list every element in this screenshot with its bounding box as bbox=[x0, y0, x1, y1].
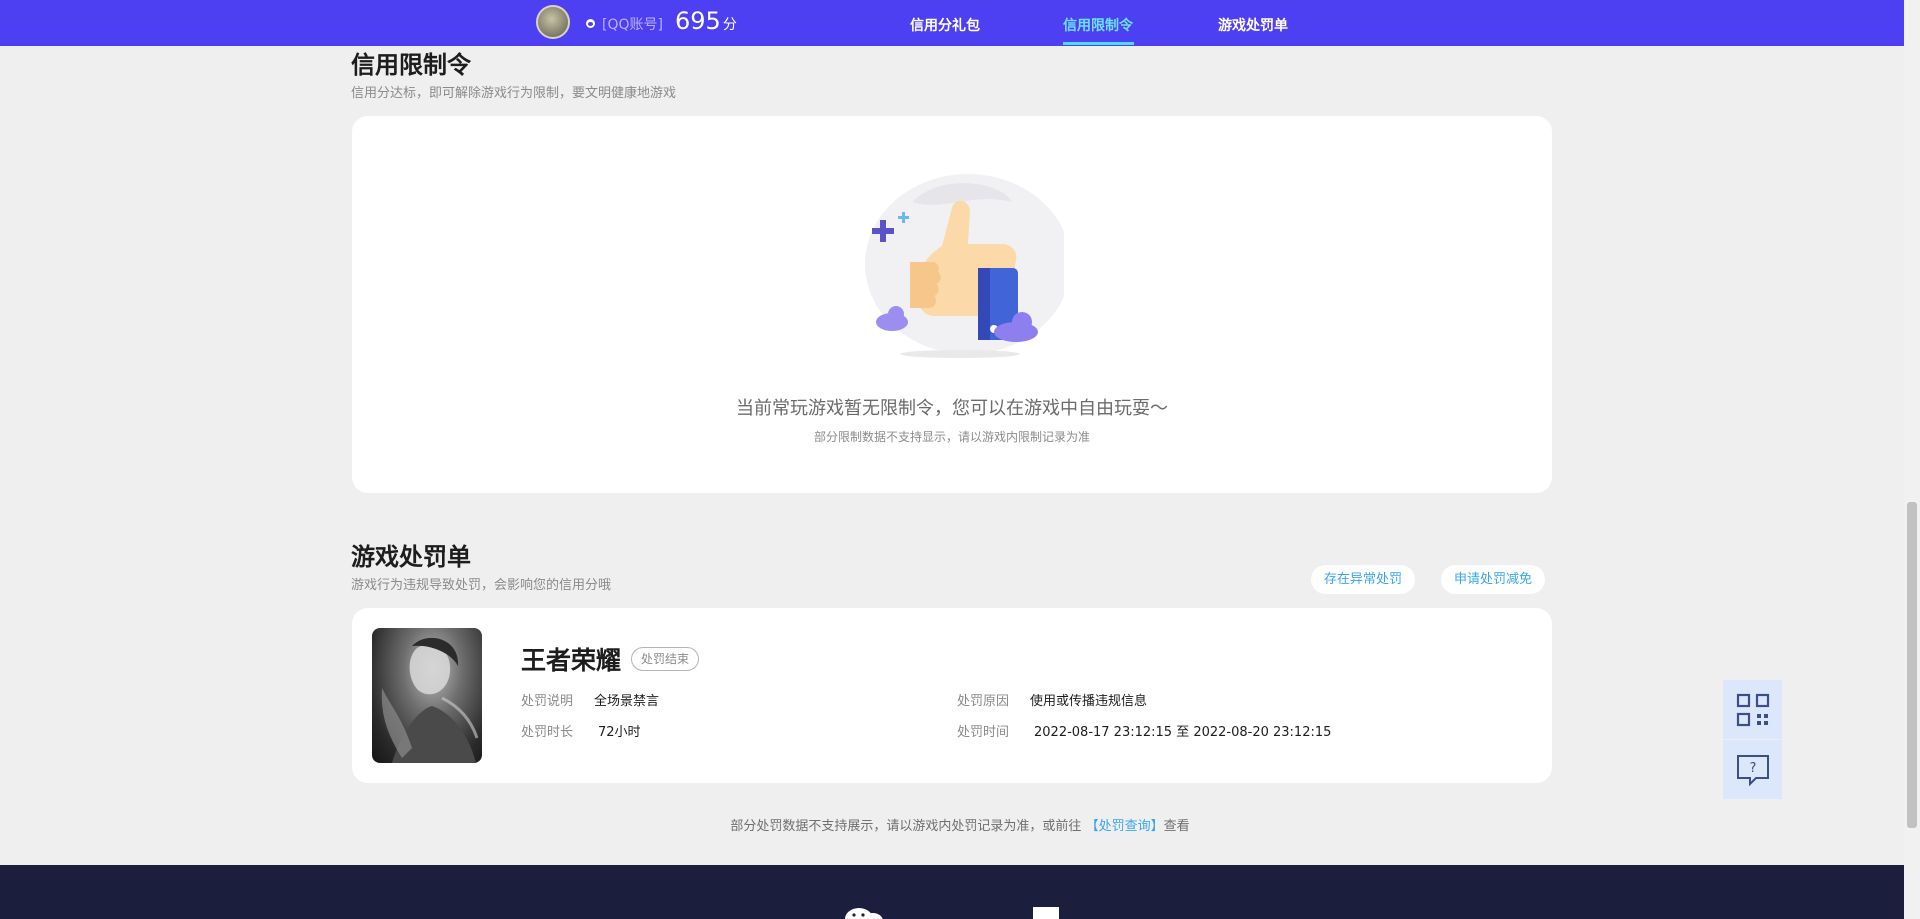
restriction-card: 当前常玩游戏暂无限制令，您可以在游戏中自由玩耍～ 部分限制数据不支持显示，请以游… bbox=[352, 116, 1552, 493]
page: [QQ账号] 695 分 信用分礼包 信用限制令 游戏处罚单 信用限制令 信用分达… bbox=[0, 0, 1920, 919]
penalty-reason-value: 使用或传播违规信息 bbox=[1030, 694, 1148, 709]
status-badge: 处罚结束 bbox=[631, 647, 700, 671]
game-thumbnail bbox=[372, 628, 482, 763]
restriction-subtitle: 信用分达标，即可解除游戏行为限制，要文明健康地游戏 bbox=[351, 86, 677, 101]
report-abnormal-penalty-button[interactable]: 存在异常处罚 bbox=[1311, 565, 1416, 594]
qr-code-icon bbox=[1736, 693, 1769, 726]
help-chat-icon: ? bbox=[1736, 754, 1769, 786]
credit-score: 695 分 bbox=[675, 7, 737, 35]
empty-note: 部分限制数据不支持显示，请以游戏内限制记录为准 bbox=[813, 430, 1090, 444]
qq-icon bbox=[586, 19, 595, 28]
active-tab-indicator bbox=[1063, 42, 1134, 45]
scrollbar-thumb[interactable] bbox=[1907, 502, 1917, 828]
penalty-time-value: 2022-08-17 23:12:15 至 2022-08-20 23:12:1… bbox=[1034, 725, 1332, 740]
penalty-query-link[interactable]: 【处罚查询】 bbox=[1086, 819, 1164, 834]
game-name: 王者荣耀 bbox=[521, 646, 622, 675]
wechat-icon[interactable] bbox=[845, 905, 885, 919]
footnote-suffix: 查看 bbox=[1163, 819, 1190, 834]
penalty-duration-value: 72小时 bbox=[598, 725, 641, 740]
top-nav: [QQ账号] 695 分 信用分礼包 信用限制令 游戏处罚单 bbox=[0, 0, 1904, 46]
tab-credit-gift[interactable]: 信用分礼包 bbox=[910, 15, 980, 35]
penalty-title: 游戏处罚单 bbox=[351, 543, 471, 571]
qr-code-thumbnail bbox=[1033, 907, 1059, 919]
score-unit: 分 bbox=[722, 17, 737, 33]
site-footer bbox=[0, 865, 1904, 919]
avatar[interactable] bbox=[536, 5, 570, 39]
qr-code-button[interactable] bbox=[1723, 680, 1782, 739]
apply-penalty-reduction-button[interactable]: 申请处罚减免 bbox=[1441, 565, 1546, 594]
account-label: [QQ账号] bbox=[602, 17, 663, 33]
thumbs-up-illustration bbox=[865, 174, 1064, 358]
tab-credit-restriction[interactable]: 信用限制令 bbox=[1063, 15, 1133, 35]
penalty-desc-value: 全场景禁言 bbox=[594, 694, 660, 709]
help-button[interactable]: ? bbox=[1723, 740, 1782, 799]
penalty-footnote: 部分处罚数据不支持展示，请以游戏内处罚记录为准，或前往 【处罚查询】查看 bbox=[0, 815, 1920, 834]
restriction-title: 信用限制令 bbox=[351, 51, 471, 79]
penalty-reason-label: 处罚原因 bbox=[957, 694, 1010, 709]
penalty-time-label: 处罚时间 bbox=[957, 725, 1010, 740]
score-value: 695 bbox=[675, 7, 721, 35]
svg-text:?: ? bbox=[1749, 761, 1756, 776]
penalty-subtitle: 游戏行为违规导致处罚，会影响您的信用分哦 bbox=[351, 578, 612, 593]
footnote-text: 部分处罚数据不支持展示，请以游戏内处罚记录为准，或前往 bbox=[730, 819, 1082, 834]
penalty-desc-label: 处罚说明 bbox=[521, 694, 574, 709]
empty-message: 当前常玩游戏暂无限制令，您可以在游戏中自由玩耍～ bbox=[736, 398, 1168, 419]
tab-game-penalty[interactable]: 游戏处罚单 bbox=[1218, 15, 1288, 35]
penalty-duration-label: 处罚时长 bbox=[521, 725, 574, 740]
hero-portrait-image bbox=[381, 637, 479, 763]
